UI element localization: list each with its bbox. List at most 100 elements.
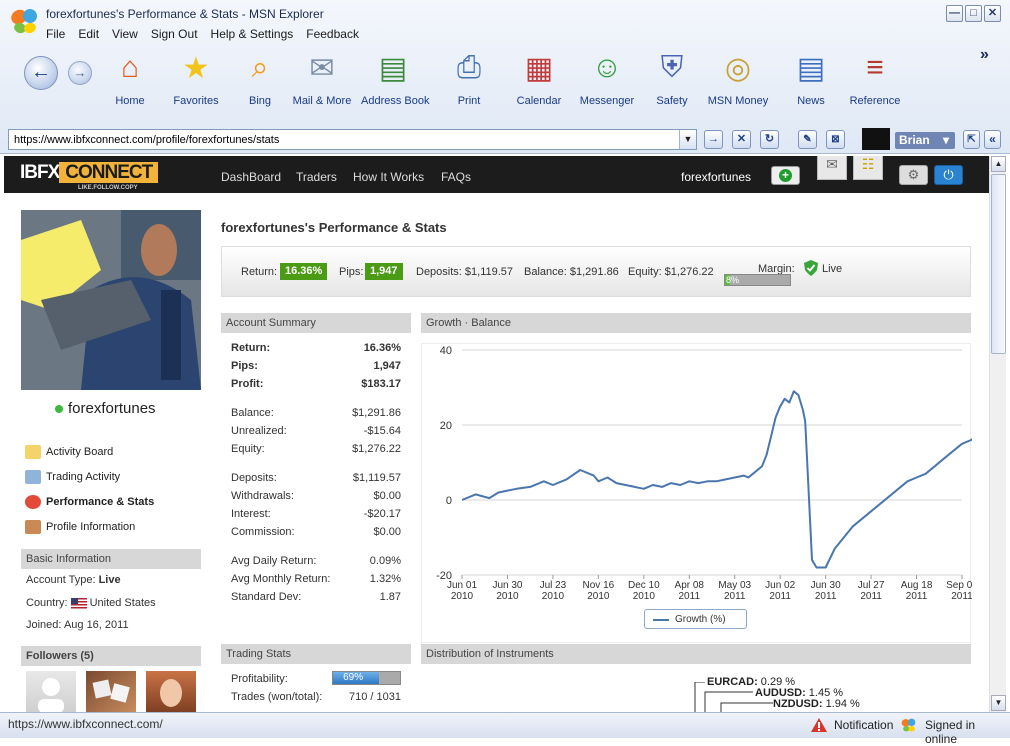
vertical-scrollbar[interactable]: ▲ ▼ — [989, 156, 1006, 712]
msn-butterfly-small-icon — [901, 718, 916, 732]
calendar-icon: ▦ — [524, 51, 554, 85]
pips-badge: 1,947 — [365, 263, 403, 280]
avatar-image — [21, 210, 201, 390]
menu-view[interactable]: View — [112, 27, 138, 41]
newspaper-icon: ▤ — [796, 51, 826, 85]
summary-row-label: Profit: — [231, 378, 264, 390]
sidebar-item-activity-board[interactable]: Activity Board — [25, 443, 113, 461]
y-tick-label: 0 — [446, 495, 452, 507]
toolbar-safety[interactable]: ⛨ Safety — [640, 46, 704, 107]
x-tick-label: Jul 23 — [540, 580, 567, 591]
growth-chart-svg: 40200-20Jun 012010Jun 302010Jul 232010No… — [436, 345, 972, 602]
edit-icon[interactable]: ✎ — [798, 130, 817, 149]
address-bar[interactable]: https://www.ibfxconnect.com/profile/fore… — [8, 129, 697, 150]
toolbar-print[interactable]: ⎙ Print — [437, 46, 501, 107]
mail-icon: ✉ — [309, 51, 335, 85]
go-button[interactable]: → — [704, 130, 723, 149]
nav-username[interactable]: forexfortunes — [681, 170, 751, 184]
toolbar-news[interactable]: ▤ News — [779, 46, 843, 108]
nav-traders[interactable]: Traders — [296, 170, 337, 184]
sidebar-item-trading-activity[interactable]: Trading Activity — [25, 468, 120, 486]
title-bar: forexfortunes's Performance & Stats - MS… — [0, 0, 1010, 34]
scroll-down-arrow-icon[interactable]: ▼ — [991, 695, 1006, 711]
scroll-up-arrow-icon[interactable]: ▲ — [991, 156, 1006, 172]
menu-file[interactable]: File — [46, 27, 65, 41]
toolbar-mail-more[interactable]: ✉ Mail & More — [290, 46, 354, 108]
toolbar-favorites[interactable]: ★ Favorites — [164, 46, 228, 108]
profile-name[interactable]: forexfortunes — [68, 400, 156, 417]
msn-butterfly-icon — [11, 9, 37, 34]
follower-avatar[interactable] — [86, 671, 136, 712]
minimize-button[interactable]: — — [946, 5, 963, 22]
toolbar-reference[interactable]: ≡ Reference — [843, 46, 907, 107]
messenger-icon: ☺ — [591, 51, 623, 84]
online-status-dot — [55, 405, 63, 413]
follower-avatar[interactable] — [146, 671, 196, 712]
toolbar-more-icon[interactable]: » — [980, 46, 989, 64]
x-tick-label: 2010 — [587, 591, 610, 602]
sidebar-item-profile-information[interactable]: Profile Information — [25, 518, 135, 536]
address-dropdown-icon[interactable]: ▼ — [679, 130, 696, 149]
summary-row-value: -$20.17 — [363, 508, 401, 520]
alert-icon[interactable] — [810, 717, 828, 733]
scroll-thumb[interactable] — [991, 174, 1006, 354]
add-button[interactable]: + — [771, 166, 800, 185]
toolbar-messenger[interactable]: ☺ Messenger — [575, 46, 639, 107]
books-icon: ≡ — [866, 51, 884, 84]
menu-feedback[interactable]: Feedback — [306, 27, 359, 41]
stop-button[interactable]: ✕ — [732, 130, 751, 149]
x-tick-label: Nov 16 — [583, 580, 615, 591]
toolbar-address-book[interactable]: ▤ Address Book — [361, 46, 430, 108]
x-tick-label: 2011 — [860, 591, 882, 602]
nav-dashboard[interactable]: DashBoard — [221, 170, 281, 184]
menu-edit[interactable]: Edit — [78, 27, 99, 41]
joined-label: Joined: — [26, 619, 62, 631]
refresh-button[interactable]: ↻ — [760, 130, 779, 149]
x-tick-label: 2010 — [496, 591, 519, 602]
shield-icon: ⛨ — [660, 51, 684, 84]
live-label: Live — [822, 263, 843, 275]
x-tick-label: 2011 — [906, 591, 928, 602]
block-icon[interactable]: ⊠ — [826, 130, 845, 149]
account-type-value: Live — [98, 574, 121, 586]
toolbar-label: Address Book — [361, 95, 430, 107]
toolbar-calendar[interactable]: ▦ Calendar — [507, 46, 571, 108]
user-picture[interactable] — [862, 128, 890, 150]
chat-icon[interactable]: ☷ — [853, 156, 883, 180]
account-type-row: Account Type: Live — [26, 574, 121, 586]
x-tick-label: Sep 08 — [946, 580, 972, 591]
collapse-icon[interactable]: « — [984, 130, 1001, 149]
toolbar-bing[interactable]: ⌕ Bing — [228, 46, 292, 107]
back-button[interactable]: ← — [24, 56, 58, 90]
chart-legend[interactable]: Growth (%) — [644, 609, 747, 629]
address-input[interactable]: https://www.ibfxconnect.com/profile/fore… — [14, 134, 279, 146]
ibfx-logo[interactable]: IBFX CONNECT LIKE.FOLLOW.COPY — [20, 162, 159, 191]
toolbar-msn-money[interactable]: ◎ MSN Money — [706, 46, 770, 108]
sidebar-item-performance-stats[interactable]: Performance & Stats — [25, 493, 154, 511]
toolbar-label: Bing — [248, 95, 272, 107]
x-tick-label: 2010 — [542, 591, 565, 602]
toolbar-label: Calendar — [516, 95, 562, 107]
expand-icon[interactable]: ⇱ — [963, 130, 980, 149]
toolbar-home[interactable]: ⌂ Home — [98, 46, 162, 107]
follower-avatar[interactable] — [26, 671, 76, 712]
forward-button[interactable]: → — [68, 61, 92, 85]
toolbar-label: Home — [115, 95, 145, 107]
close-button[interactable]: ✕ — [984, 5, 1001, 22]
notification-label[interactable]: Notification — [834, 718, 893, 732]
star-icon: ★ — [182, 51, 210, 85]
settings-icon[interactable]: ⚙ — [899, 165, 928, 185]
power-icon[interactable]: ⏻ — [934, 165, 963, 185]
mail-icon[interactable]: ✉ — [817, 156, 847, 180]
menu-sign-out[interactable]: Sign Out — [151, 27, 198, 41]
maximize-button[interactable]: □ — [965, 5, 982, 22]
summary-stat-bar: Return: 16.36% Pips: 1,947 Deposits: $1,… — [221, 246, 971, 297]
menu-help-settings[interactable]: Help & Settings — [211, 27, 294, 41]
sidebar-item-label: Performance & Stats — [46, 496, 155, 508]
nav-faqs[interactable]: FAQs — [441, 170, 471, 184]
user-menu[interactable]: Brian ▾ — [895, 132, 956, 149]
y-tick-label: 40 — [440, 345, 452, 357]
x-tick-label: May 03 — [718, 580, 751, 591]
sidebar-item-label: Trading Activity — [46, 471, 121, 483]
nav-how-it-works[interactable]: How It Works — [353, 170, 424, 184]
